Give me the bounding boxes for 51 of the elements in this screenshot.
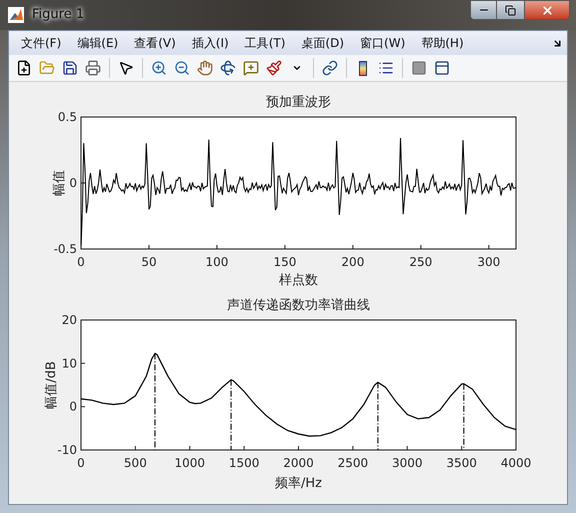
tick-label: 10: [62, 356, 77, 370]
axis-title: 幅值: [52, 170, 67, 196]
tick-label: 50: [141, 255, 157, 269]
tick-label: 3000: [392, 456, 423, 470]
reference-line: [463, 383, 464, 450]
menu-item[interactable]: 查看(V): [126, 34, 184, 52]
tick-label: 20: [62, 313, 77, 327]
reference-line: [377, 382, 378, 450]
tick-label: 0: [77, 456, 85, 470]
tick-label: 150: [273, 255, 296, 269]
window-title: Figure 1: [32, 6, 84, 24]
menu-item[interactable]: 编辑(E): [69, 34, 126, 52]
app-logo-icon: [8, 7, 24, 23]
tick-label: 300: [477, 255, 500, 269]
tick-label: 200: [341, 255, 364, 269]
reference-line: [230, 379, 232, 450]
tick-label: 2500: [338, 456, 368, 470]
minimize-button[interactable]: [470, 0, 497, 20]
legend-icon: [378, 60, 394, 76]
tick-label: 3500: [446, 456, 477, 470]
tick-label: 500: [124, 456, 147, 470]
dock-icon[interactable]: [552, 38, 563, 48]
tick-label: 1000: [174, 456, 206, 470]
restore-icon: [505, 4, 516, 16]
tick-label: 0: [69, 176, 77, 190]
menu-item[interactable]: 窗口(W): [352, 34, 414, 52]
menu-item[interactable]: 工具(T): [236, 34, 294, 52]
chart-title: 预加重波形: [266, 95, 331, 110]
tick-label: 4000: [500, 456, 532, 470]
axis-title: 幅值/dB: [44, 361, 59, 409]
axis-title: 频率/Hz: [275, 476, 322, 491]
tick-label: 250: [409, 255, 432, 269]
tick-label: -10: [57, 443, 77, 457]
tick-label: 2000: [283, 456, 314, 470]
tick-label: -0.5: [54, 242, 77, 256]
tick-label: 100: [205, 255, 228, 269]
tick-label: 0: [69, 400, 77, 414]
close-button[interactable]: [524, 0, 570, 20]
caret-icon: [292, 63, 302, 73]
pointer-icon: [118, 60, 134, 76]
menu-item[interactable]: 文件(F): [13, 34, 70, 52]
tick-label: 1500: [228, 456, 260, 470]
close-icon: [540, 4, 554, 16]
tick-label: 0: [77, 255, 85, 269]
axis-title: 样点数: [279, 273, 318, 288]
tick-label: 0.5: [58, 110, 77, 124]
maximize-button[interactable]: [497, 0, 524, 20]
menu-item[interactable]: 帮助(H): [413, 34, 472, 52]
menu-item[interactable]: 桌面(D): [293, 34, 352, 52]
chart-title: 声道传递函数功率谱曲线: [227, 298, 370, 313]
menu-item[interactable]: 插入(I): [184, 34, 237, 52]
